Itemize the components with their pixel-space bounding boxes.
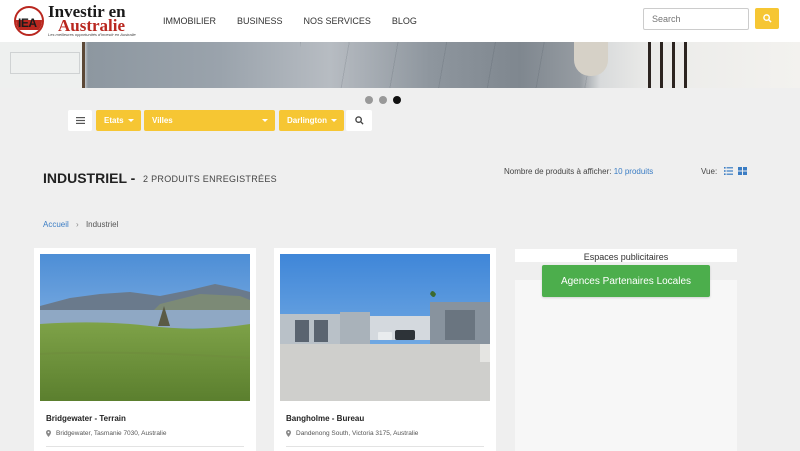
page-title: INDUSTRIEL -: [43, 170, 136, 186]
hero-carousel-image: [0, 42, 800, 88]
products-per-page-select[interactable]: 10 produits: [614, 167, 654, 176]
card-divider: [46, 446, 244, 447]
products-per-page: Nombre de produits à afficher: 10 produi…: [504, 167, 653, 176]
listing-address: Dandenong South, Victoria 3175, Australi…: [286, 430, 418, 437]
chevron-down-icon: [128, 119, 134, 122]
carousel-dot-1[interactable]: [365, 96, 373, 104]
map-pin-icon: [286, 430, 291, 437]
search-icon: [354, 116, 364, 125]
logo-badge: IEA: [14, 6, 44, 36]
listing-title[interactable]: Bangholme - Bureau: [286, 414, 364, 423]
chevron-down-icon: [262, 119, 268, 122]
map-pin-icon: [46, 430, 51, 437]
breadcrumb-current: Industriel: [85, 220, 119, 229]
listing-photo[interactable]: [40, 254, 250, 401]
page-subtitle: 2 PRODUITS ENREGISTRÉES: [143, 174, 277, 184]
card-divider: [286, 446, 484, 447]
filter-suburb-dropdown[interactable]: Darlington: [279, 110, 344, 131]
ads-heading: Espaces publicitaires: [515, 249, 737, 262]
carousel-dot-3[interactable]: [393, 96, 401, 104]
filter-cities-label: Villes: [152, 116, 173, 125]
search-icon: [762, 14, 772, 23]
carousel-dot-2[interactable]: [379, 96, 387, 104]
logo-badge-text: IEA: [18, 16, 37, 30]
hero-floor: [300, 42, 600, 88]
view-label: Vue:: [701, 167, 718, 176]
partner-agencies-button[interactable]: Agences Partenaires Locales: [542, 265, 710, 297]
nav-item-immobilier[interactable]: IMMOBILIER: [163, 16, 216, 26]
filter-suburb-label: Darlington: [287, 116, 327, 125]
filter-menu-button[interactable]: [68, 110, 92, 131]
nav-item-blog[interactable]: BLOG: [392, 16, 417, 26]
search-input[interactable]: [643, 8, 749, 30]
site-logo[interactable]: IEA Investir en Australie Les meilleures…: [14, 2, 144, 40]
products-per-page-label: Nombre de produits à afficher:: [504, 167, 612, 176]
filter-states-label: Etats: [104, 116, 124, 125]
listing-card[interactable]: Bridgewater - Terrain Bridgewater, Tasma…: [34, 248, 256, 451]
list-view-icon[interactable]: [724, 167, 733, 175]
filter-states-dropdown[interactable]: Etats: [96, 110, 141, 131]
hamburger-icon: [75, 117, 85, 124]
filter-cities-dropdown[interactable]: Villes: [144, 110, 275, 131]
breadcrumb-separator: ›: [76, 220, 79, 229]
hero-chair: [640, 42, 700, 88]
hero-fur-throw: [574, 42, 608, 76]
main-nav: IMMOBILIER BUSINESS NOS SERVICES BLOG: [163, 16, 438, 26]
breadcrumb-home-link[interactable]: Accueil: [43, 220, 69, 229]
grid-view-icon[interactable]: [738, 167, 747, 175]
filter-search-button[interactable]: [346, 110, 372, 131]
listing-address: Bridgewater, Tasmanie 7030, Australie: [46, 430, 166, 437]
carousel-dots: [365, 96, 401, 104]
nav-item-nos-services[interactable]: NOS SERVICES: [304, 16, 371, 26]
listing-title[interactable]: Bridgewater - Terrain: [46, 414, 126, 423]
logo-tagline: Les meilleures opportunités d'investir e…: [48, 32, 136, 37]
hero-wall: [0, 42, 85, 88]
listing-photo[interactable]: [280, 254, 490, 401]
listing-address-text: Bridgewater, Tasmanie 7030, Australie: [56, 430, 167, 437]
site-header: IEA Investir en Australie Les meilleures…: [0, 0, 800, 42]
listing-card[interactable]: Bangholme - Bureau Dandenong South, Vict…: [274, 248, 496, 451]
ads-panel: [515, 280, 737, 451]
search-button[interactable]: [755, 8, 779, 29]
listing-address-text: Dandenong South, Victoria 3175, Australi…: [296, 430, 419, 437]
breadcrumb: Accueil › Industriel: [43, 220, 118, 229]
nav-item-business[interactable]: BUSINESS: [237, 16, 283, 26]
chevron-down-icon: [331, 119, 337, 122]
